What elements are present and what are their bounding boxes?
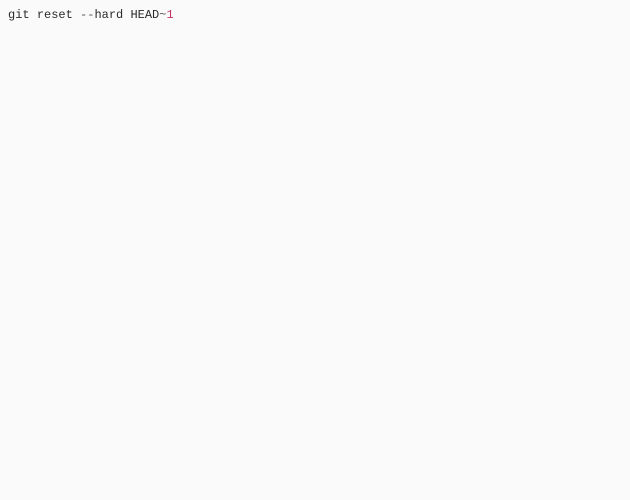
token-reset: reset xyxy=(37,8,73,22)
token-space xyxy=(73,8,80,22)
token-dashdash: -- xyxy=(80,8,94,22)
token-head: HEAD xyxy=(130,8,159,22)
token-number: 1 xyxy=(166,8,173,22)
token-git: git xyxy=(8,8,30,22)
token-hard: hard xyxy=(94,8,123,22)
token-space xyxy=(30,8,37,22)
code-line: git reset --hard HEAD~1 xyxy=(8,7,622,24)
